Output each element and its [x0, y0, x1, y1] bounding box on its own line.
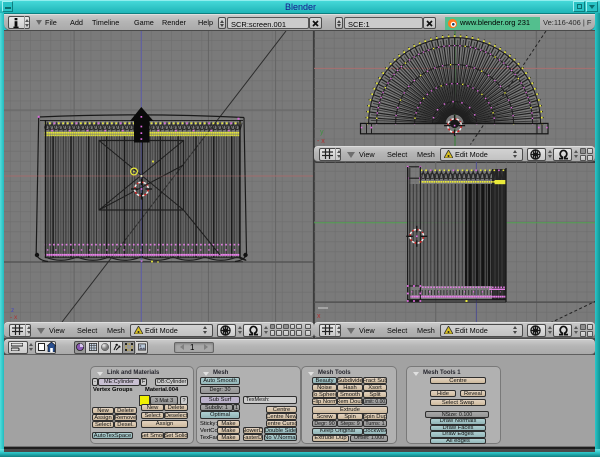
svg-text:z: z	[11, 307, 14, 314]
svg-text:- x: - x	[317, 138, 325, 145]
svg-text:x: x	[317, 313, 321, 320]
svg-text:y: y	[320, 129, 324, 136]
svg-text:- x: - x	[10, 314, 18, 321]
